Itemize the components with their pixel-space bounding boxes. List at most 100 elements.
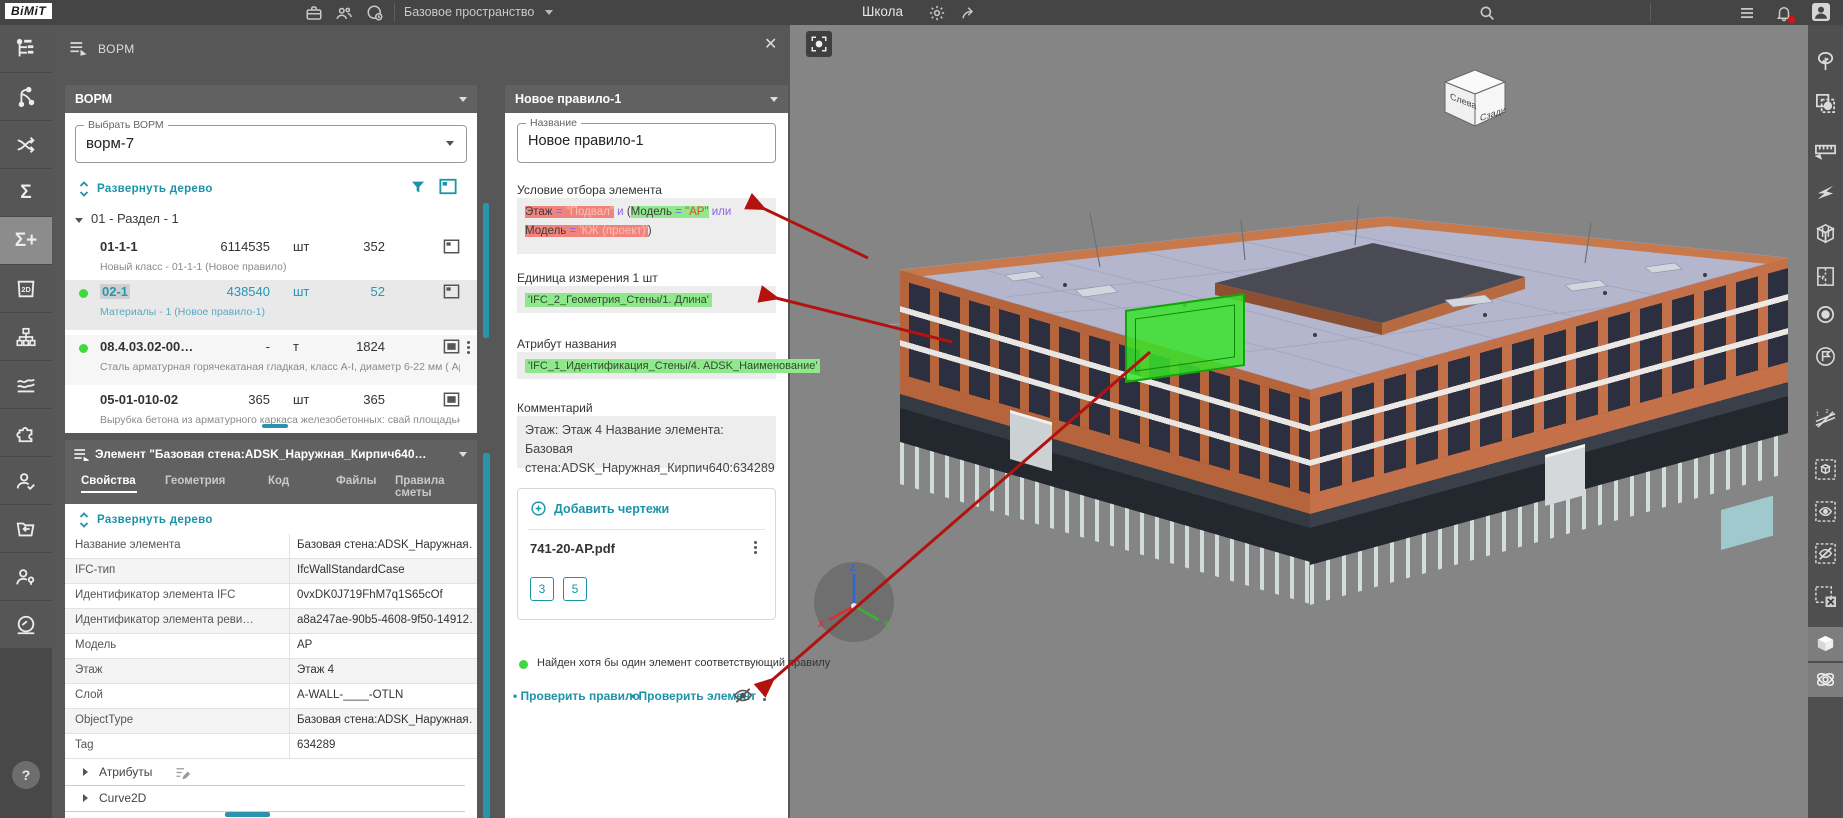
tool-isolate-box[interactable] [1814,458,1837,481]
rule-panel-header[interactable]: Новое правило-1 [505,85,788,113]
vorm-row[interactable]: 08.4.03.02-00…-т1824Сталь арматурная гор… [65,335,477,385]
property-tree-node[interactable]: Атрибуты [65,759,465,786]
tool-focus-target[interactable] [1814,303,1837,326]
tool-2d-view[interactable]: 2D [0,265,52,312]
tool-user-check[interactable] [0,457,52,504]
drawing-file-name[interactable]: 741-20-AP.pdf [530,541,615,556]
view-cube[interactable]: Слева Сзади [1437,62,1515,132]
expand-tree-link[interactable]: Развернуть дерево [97,514,213,526]
chevron-right-icon[interactable] [83,768,88,776]
element-scrollbar-horizontal[interactable] [225,812,270,817]
chevron-down-icon[interactable] [446,141,454,146]
check-rule-link[interactable]: Проверить правило [513,689,640,703]
filter-icon[interactable] [410,179,426,195]
chevron-down-icon[interactable] [75,218,83,223]
file-kebab-menu-icon[interactable] [754,541,757,554]
vorm-scrollbar-horizontal[interactable] [262,424,288,428]
tab-3[interactable]: Код [268,475,330,487]
add-drawings-button[interactable]: Добавить чертежи [530,500,669,517]
tool-shaded-mode-cell[interactable] [1808,627,1843,661]
property-row[interactable]: ObjectTypeБазовая стена:ADSK_Наружная… [65,709,477,734]
workspace-selector[interactable]: Базовое пространство [404,5,534,19]
tool-clear-isolation[interactable] [1814,585,1837,608]
row-kebab-menu-icon[interactable] [467,341,470,354]
condition-expression[interactable]: Этаж = "Подвал" и (Модель = "АР" или Мод… [517,198,776,254]
tab-4[interactable]: Файлы [336,475,398,487]
tool-vegetation[interactable] [1814,50,1837,73]
tool-select-similar[interactable] [1814,92,1837,115]
chevron-right-icon[interactable] [83,794,88,802]
panel-menu-icon[interactable] [68,38,88,58]
tool-measure-ruler[interactable] [1814,138,1837,161]
settings-gear-icon[interactable] [928,4,946,22]
close-icon[interactable]: ✕ [764,37,777,53]
expand-collapse-icon[interactable] [77,512,91,528]
tab-1[interactable]: Свойства [81,475,143,487]
tool-hide-selection[interactable] [1814,542,1837,565]
chevron-down-icon[interactable] [459,452,467,457]
element-scrollbar-vertical[interactable] [483,453,490,818]
property-row[interactable]: Tag634289 [65,734,477,759]
attribute-expression[interactable]: 'IFC_1_Идентификация_Стены/4. ADSK_Наиме… [517,352,776,379]
tool-sum[interactable]: Σ [0,169,52,216]
tool-org-chart[interactable] [0,313,52,360]
element-panel-header[interactable]: Элемент "Базовая стена:ADSK_Наружная_Кир… [65,440,477,468]
property-row[interactable]: IFC-типIfcWallStandardCase [65,559,477,584]
axis-gizmo[interactable]: Z X Y [812,560,896,644]
property-row[interactable]: МодельАР [65,634,477,659]
vorm-group-row[interactable]: 01 - Раздел - 1 [75,211,179,226]
property-row[interactable]: Название элементаБазовая стена:ADSK_Нару… [65,534,477,559]
vorm-row-code[interactable]: 02-1 [100,284,130,299]
unit-expression[interactable]: 'IFC_2_Геометрия_Стены/1. Длина' [517,286,776,313]
notifications-bell-icon[interactable] [1775,4,1793,22]
page-badge[interactable]: 3 [530,577,554,601]
tool-branch[interactable] [0,73,52,120]
chevron-down-icon[interactable] [770,97,778,102]
eye-off-icon[interactable] [733,687,753,704]
vorm-row-code[interactable]: 08.4.03.02-00… [100,339,193,354]
help-button[interactable]: ? [12,761,40,789]
vorm-panel-header[interactable]: ВОРМ [65,85,477,113]
tool-show-selection[interactable] [1814,500,1837,523]
check-kebab-menu-icon[interactable] [763,688,766,701]
team-icon[interactable] [335,4,353,22]
tool-orbit-mode-cell[interactable] [1808,663,1843,697]
tool-floor-plan[interactable] [1814,265,1837,288]
search-icon[interactable] [1478,4,1496,22]
tool-dimensions[interactable]: 12 [1814,408,1837,431]
vorm-row[interactable]: 01-1-16114535шт352Новый класс - 01-1-1 (… [65,235,477,285]
3d-viewport[interactable]: Слева Сзади Z X Y [790,25,1808,818]
frame-window-icon[interactable] [443,239,460,254]
workspace-caret-icon[interactable] [545,10,553,15]
building-model[interactable] [885,225,1805,665]
tab-2[interactable]: Геометрия [165,475,227,487]
avatar[interactable] [1812,3,1830,21]
vorm-row[interactable]: 02-1438540шт52Материалы - 1 (Новое прави… [65,280,477,330]
tool-section-flash[interactable] [1814,180,1837,203]
tab-5[interactable]: Правила сметы [395,475,457,499]
panel-menu-icon[interactable] [73,447,89,461]
page-badge[interactable]: 5 [563,577,587,601]
frame-window-icon[interactable] [443,392,460,407]
tool-flag-marker[interactable] [1814,345,1837,368]
tool-user-location[interactable] [0,553,52,600]
property-row[interactable]: Идентификатор элемента IFC0vxDK0J719FhM7… [65,584,477,609]
menu-list-icon[interactable] [1738,4,1756,22]
tool-folder-export[interactable] [0,505,52,552]
chevron-down-icon[interactable] [459,97,467,102]
comment-value[interactable]: Этаж: Этаж 4 Название элемента: Базовая … [517,416,776,468]
property-row[interactable]: ЭтажЭтаж 4 [65,659,477,684]
globe-icon[interactable] [366,4,384,22]
property-row[interactable]: Идентификатор элемента реви…a8a247ae-90b… [65,609,477,634]
tool-trends[interactable] [0,361,52,408]
tool-plugins[interactable] [0,409,52,456]
property-row[interactable]: СлойA-WALL-____-OTLN [65,684,477,709]
tool-gauge[interactable] [0,601,52,648]
rule-name-input[interactable]: Название Новое правило-1 [517,123,776,163]
frame-window-icon[interactable] [439,178,457,195]
focus-selection-button[interactable] [806,31,832,57]
tool-sum-plus[interactable]: Σ+ [0,217,52,264]
frame-window-icon[interactable] [443,284,460,299]
property-tree-node[interactable]: Curve2D [65,785,465,812]
vorm-row-code[interactable]: 01-1-1 [100,239,138,254]
